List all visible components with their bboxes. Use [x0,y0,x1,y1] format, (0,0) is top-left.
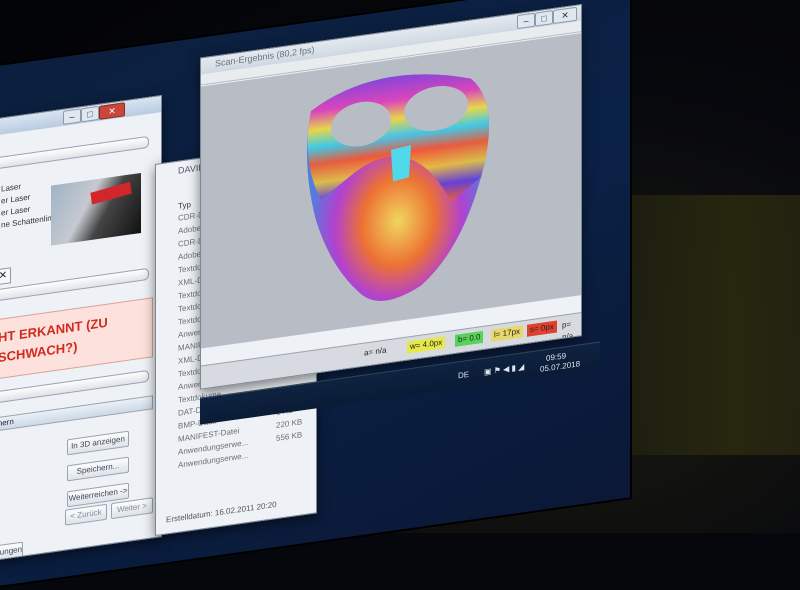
wizard-titlebar: – □ ✕ [0,96,161,139]
ambient-glow [620,195,800,455]
laser-option-2[interactable]: er Laser [1,193,30,206]
status-p: p= n/a [562,319,574,342]
status-a: a= n/a [364,345,387,358]
laser-option-3[interactable]: er Laser [1,205,30,218]
scan-canvas[interactable] [201,33,581,349]
status-l: l= 17px [491,325,524,342]
skull-scan-visual [307,74,489,301]
secondary-progress-bar [0,267,149,303]
maximize-button[interactable]: □ [81,105,99,123]
close-icon[interactable]: ✕ [0,267,11,286]
save-button[interactable]: Speichern... [67,456,129,482]
status-w: w= 4.0px [407,336,446,354]
laser-line-marker [90,181,132,205]
laser-option-1[interactable]: Laser [1,182,21,194]
view-3d-button[interactable]: In 3D anzeigen [67,430,129,456]
back-button[interactable]: < Zurück [65,503,107,526]
monitor-screen: – □ ✕ Laser er Laser er Laser ne Schatte… [0,0,630,590]
alert-text-line1: HT ERKANNT (ZU [0,314,108,346]
type-column-header[interactable]: Typ [178,200,191,211]
status-b: b= 0.0 [455,330,484,347]
camera-preview-image [51,172,141,246]
scan-result-window: Scan-Ergebnis (80,2 fps) – □ ✕ a= n/a w=… [200,3,582,390]
wizard-progress-bar [0,135,149,171]
file-size: 556 KB [276,430,303,443]
status-s: s= 0px [527,320,557,337]
scan-wizard-window: – □ ✕ Laser er Laser er Laser ne Schatte… [0,95,162,564]
next-button[interactable]: Weiter > [111,497,153,520]
file-created-date: Erstelldatum: 16.02.2011 20:20 [166,499,277,525]
detection-alert: HT ERKANNT (ZU SCHWACH?) [0,297,153,381]
maximize-button[interactable]: □ [535,10,553,27]
tray-icons[interactable]: ▣ ⚑ ◀ ▮ ◢ [484,362,524,377]
settings-button[interactable]: Einstellungen [0,541,23,564]
minimize-button[interactable]: – [517,12,535,30]
minimize-button[interactable]: – [63,108,81,125]
close-button[interactable]: ✕ [99,102,125,120]
language-indicator[interactable]: DE [458,370,469,381]
file-size: 220 KB [276,417,303,430]
tab-save[interactable]: ichern [0,395,153,433]
